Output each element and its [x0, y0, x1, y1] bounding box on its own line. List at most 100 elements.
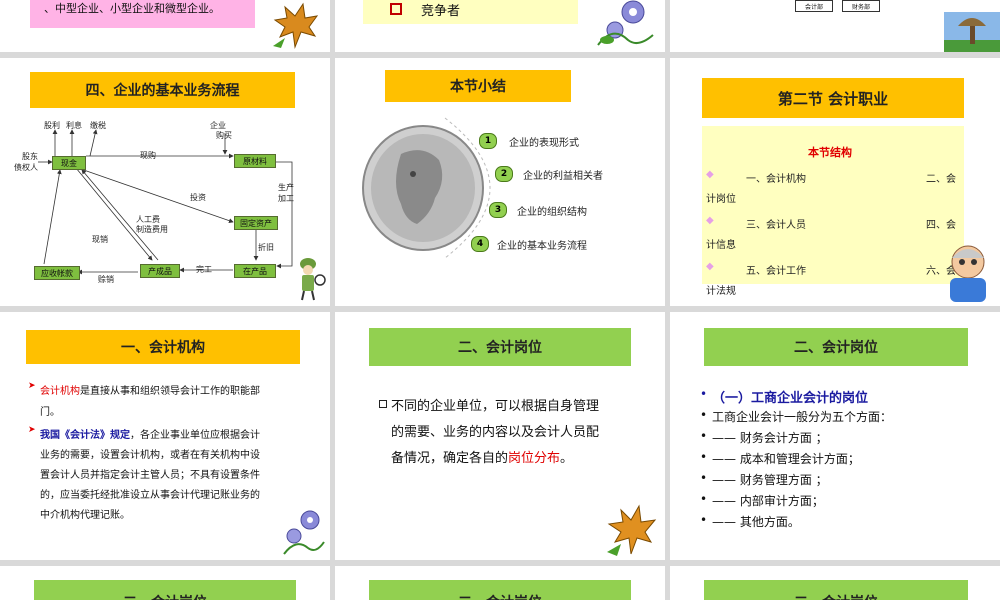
- slide-11-title: 二、会计岗位: [369, 580, 631, 600]
- slide-9-line-1: 工商企业会计一般分为五个方面：: [712, 410, 893, 424]
- arrow-bullet-icon: ➤: [28, 425, 36, 435]
- line3-post: 。: [560, 451, 574, 466]
- slide-9-title: 二、会计岗位: [704, 328, 968, 366]
- slide-6[interactable]: 第二节 会计职业 本节结构 ◆ 一、会计机构 二、会 计岗位 ◆ 三、会计人员 …: [670, 58, 1000, 306]
- slide-7-p2-line3: 置会计人员并指定会计主管人员；不具有设置条件: [40, 470, 260, 481]
- label-process: 加工: [278, 194, 294, 203]
- summary-num-1: 1: [479, 133, 497, 149]
- structure-row-1-right: 二、会: [926, 174, 956, 185]
- slide-10-title: 二、会计岗位: [34, 580, 296, 600]
- label-mfg: 制造费用: [136, 225, 168, 234]
- slide-2[interactable]: 竞争者: [335, 0, 665, 52]
- node-fixed-assets: 固定资产: [234, 216, 278, 230]
- label-depreciation: 折旧: [258, 243, 274, 252]
- tree-icon: [944, 12, 1000, 52]
- dot-bullet-icon: •: [700, 429, 708, 443]
- slide-9-line-6: —— 其他方面。: [712, 515, 800, 529]
- label-purchase-top: 购买: [216, 131, 232, 140]
- hollow-square-bullet-icon: [379, 400, 387, 408]
- dot-bullet-icon: •: [700, 471, 708, 485]
- org-box-accounting: 会计部: [795, 0, 833, 12]
- slide-8-line2: 的需要、业务的内容以及会计人员配: [391, 425, 600, 440]
- label-invest: 投资: [190, 193, 206, 202]
- label-credit-sale: 赊销: [98, 275, 114, 284]
- summary-num-3: 3: [489, 202, 507, 218]
- structure-row-3-wrap: 计法规: [706, 286, 736, 297]
- p2-line1: ，各企业事业单位应根据会计: [130, 430, 260, 441]
- summary-num-4: 4: [471, 236, 489, 252]
- arrow-bullet-icon: ➤: [28, 381, 36, 391]
- slide-12[interactable]: 二、会计岗位: [670, 566, 1000, 600]
- slide-8-line3: 备情况，确定各自的岗位分布。: [391, 447, 573, 466]
- summary-item-1: 企业的表现形式: [509, 138, 579, 149]
- slide-8[interactable]: 二、会计岗位 不同的企业单位，可以根据自身管理 的需要、业务的内容以及会计人员配…: [335, 312, 665, 560]
- term-accounting-law: 我国《会计法》规定: [40, 430, 130, 441]
- label-cash-sale: 现销: [92, 235, 108, 244]
- slide-8-line1: 不同的企业单位，可以根据自身管理: [391, 399, 600, 414]
- slide-8-title: 二、会计岗位: [369, 328, 631, 366]
- slide-3[interactable]: 会计部 财务部: [670, 0, 1000, 52]
- dot-bullet-icon: •: [700, 450, 708, 464]
- dot-bullet-icon: •: [700, 513, 708, 527]
- term-accounting-org: 会计机构: [40, 386, 80, 397]
- label-dividend: 股利: [44, 121, 60, 130]
- slide-7[interactable]: 一、会计机构 ➤ 会计机构是直接从事和组织领导会计工作的职能部 门。 ➤ 我国《…: [0, 312, 330, 560]
- detective-icon: [300, 258, 326, 301]
- structure-row-1-wrap: 计岗位: [706, 194, 736, 205]
- summary-item-4: 企业的基本业务流程: [497, 241, 587, 252]
- dot-bullet-icon: •: [700, 492, 708, 506]
- diamond-bullet-icon: ◆: [706, 261, 714, 272]
- square-bullet-icon: [390, 3, 402, 15]
- maple-leaf-icon: [273, 2, 319, 49]
- slide-9-line-5: —— 内部审计方面；: [712, 494, 824, 508]
- slide-7-p2-line5: 中介机构代理记账。: [40, 510, 130, 521]
- slide-7-p1-line2: 门。: [40, 407, 60, 418]
- slide-7-p2-line2: 业务的需要，设置会计机构，或者在有关机构中设: [40, 450, 260, 461]
- morning-glory-icon: [597, 0, 654, 46]
- structure-row-2-right: 四、会: [926, 220, 956, 231]
- thinking-man-icon: [950, 245, 986, 302]
- slide-11[interactable]: 二、会计岗位: [335, 566, 665, 600]
- label-tax: 缴税: [90, 121, 106, 130]
- p1-rest: 是直接从事和组织领导会计工作的职能部: [80, 386, 260, 397]
- node-cash: 现金: [52, 156, 86, 170]
- label-creditor: 债权人: [14, 163, 38, 172]
- summary-num-2: 2: [495, 166, 513, 182]
- summary-item-2: 企业的利益相关者: [523, 171, 603, 182]
- slide-1-text: 、中型企业、小型企业和微型企业。: [44, 2, 220, 15]
- morning-glory-icon: [283, 510, 325, 555]
- slide-7-p1-line1: 会计机构是直接从事和组织领导会计工作的职能部: [40, 382, 260, 397]
- structure-row-2-wrap: 计信息: [706, 240, 736, 251]
- slide-7-title: 一、会计机构: [26, 330, 300, 364]
- label-shareholder: 股东: [22, 152, 38, 161]
- structure-row-3-left: 五、会计工作: [746, 266, 806, 277]
- node-material: 原材料: [234, 154, 276, 168]
- label-finish: 完工: [196, 265, 212, 274]
- slide-9-heading: （一）工商企业会计的岗位: [712, 391, 869, 406]
- slide-2-bullet: 竞争者: [421, 4, 461, 19]
- node-product: 产成品: [140, 264, 180, 278]
- slide-10[interactable]: 二、会计岗位: [0, 566, 330, 600]
- diamond-bullet-icon: ◆: [706, 169, 714, 180]
- diamond-bullet-icon: ◆: [706, 215, 714, 226]
- slide-12-title: 二、会计岗位: [704, 580, 968, 600]
- line3-pre: 备情况，确定各自的: [391, 451, 509, 466]
- label-interest: 利息: [66, 121, 82, 130]
- slide-5-title: 本节小结: [385, 70, 571, 102]
- label-production: 生产: [278, 183, 294, 192]
- node-ar: 应收帐款: [34, 266, 80, 280]
- slide-1[interactable]: 、中型企业、小型企业和微型企业。: [0, 0, 330, 52]
- slide-4[interactable]: 四、企业的基本业务流程 现金 原材料 固定资产 在产品 产成品 应收帐款 股利 …: [0, 58, 330, 306]
- slide-9-line-3: —— 成本和管理会计方面；: [712, 452, 860, 466]
- slide-9-line-4: —— 财务管理方面 ；: [712, 473, 828, 487]
- node-wip: 在产品: [234, 264, 276, 278]
- dot-bullet-icon: •: [700, 387, 708, 401]
- slide-5[interactable]: 本节小结 1 企业的表现形式 2 企业的利益相关者 3 企业的组织结构 4 企业…: [335, 58, 665, 306]
- structure-row-2-left: 三、会计人员: [746, 220, 806, 231]
- slide-6-title: 第二节 会计职业: [702, 78, 964, 118]
- slide-7-p2-line1: 我国《会计法》规定，各企业事业单位应根据会计: [40, 426, 260, 441]
- org-box-finance: 财务部: [842, 0, 880, 12]
- slide-9-line-2: —— 财务会计方面 ；: [712, 431, 828, 445]
- slide-9[interactable]: 二、会计岗位 • （一）工商企业会计的岗位 • 工商企业会计一般分为五个方面： …: [670, 312, 1000, 560]
- summary-item-3: 企业的组织结构: [517, 207, 587, 218]
